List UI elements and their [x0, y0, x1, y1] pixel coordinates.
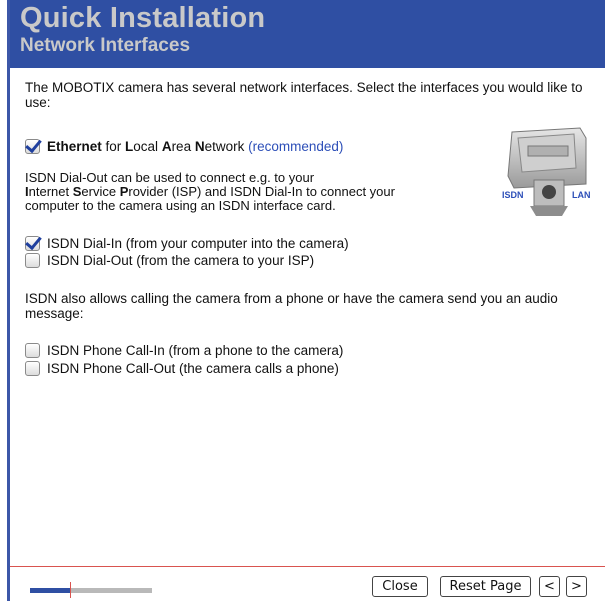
text-rovider: rovider (ISP) and ISDN Dial-In to connec…	[128, 184, 395, 199]
progress-fill	[30, 588, 71, 593]
ethernet-word: Ethernet	[47, 139, 102, 154]
letter-n: N	[194, 139, 205, 154]
letter-a: A	[161, 139, 172, 154]
close-button[interactable]: Close	[372, 576, 428, 597]
text-ervice: ervice	[81, 184, 120, 199]
page-title: Quick Installation	[20, 2, 266, 34]
label-rea: rea	[171, 139, 195, 154]
next-button[interactable]: >	[566, 576, 587, 597]
isdn-dial-out-checkbox[interactable]	[25, 253, 40, 268]
phone-call-in-label: ISDN Phone Call-In (from a phone to the …	[47, 343, 344, 358]
ethernet-option[interactable]: Ethernet for Local Area Network (recomme…	[25, 139, 343, 154]
previous-button[interactable]: <	[539, 576, 560, 597]
phone-call-in-option[interactable]: ISDN Phone Call-In (from a phone to the …	[25, 343, 343, 358]
isdn-dial-out-label: ISDN Dial-Out (from the camera to your I…	[47, 253, 315, 268]
header-banner: Quick Installation Network Interfaces	[10, 0, 605, 68]
label-etwork: etwork	[204, 139, 249, 154]
isdn-dial-in-option[interactable]: ISDN Dial-In (from your computer into th…	[25, 236, 349, 251]
isdn-port-label: ISDN	[502, 190, 524, 200]
ethernet-label: Ethernet for Local Area Network (recomme…	[47, 139, 343, 154]
isdn-desc-line-2: Internet Service Provider (ISP) and ISDN…	[25, 185, 465, 199]
label-for: for	[101, 139, 126, 154]
intro-text: The MOBOTIX camera has several network i…	[25, 80, 583, 110]
footer-divider	[10, 566, 605, 567]
reset-page-button[interactable]: Reset Page	[440, 576, 531, 597]
lan-port-label: LAN	[572, 190, 591, 200]
ethernet-checkbox[interactable]	[25, 139, 40, 154]
isdn-desc-line-3: computer to the camera using an ISDN int…	[25, 198, 336, 213]
text-nternet: nternet	[28, 184, 73, 199]
left-border	[7, 0, 10, 601]
phone-call-out-option[interactable]: ISDN Phone Call-Out (the camera calls a …	[25, 361, 339, 376]
camera-icon: ISDN LAN	[502, 127, 591, 216]
page-subtitle: Network Interfaces	[20, 35, 191, 56]
phone-call-in-checkbox[interactable]	[25, 343, 40, 358]
label-ocal: ocal	[133, 139, 162, 154]
progress-bar	[30, 582, 152, 598]
recommended-note: (recommended)	[248, 139, 344, 154]
progress-marker	[70, 582, 72, 598]
isdn-dial-in-checkbox[interactable]	[25, 236, 40, 251]
phone-intro-text: ISDN also allows calling the camera from…	[25, 291, 558, 321]
camera-interfaces-image: ISDN LAN	[500, 124, 598, 222]
phone-call-out-label: ISDN Phone Call-Out (the camera calls a …	[47, 361, 339, 376]
phone-call-out-checkbox[interactable]	[25, 361, 40, 376]
isdn-dial-out-option[interactable]: ISDN Dial-Out (from the camera to your I…	[25, 253, 314, 268]
isdn-desc-line-1: ISDN Dial-Out can be used to connect e.g…	[25, 170, 315, 185]
isdn-dial-in-label: ISDN Dial-In (from your computer into th…	[47, 236, 349, 251]
isdn-description: ISDN Dial-Out can be used to connect e.g…	[25, 171, 465, 213]
